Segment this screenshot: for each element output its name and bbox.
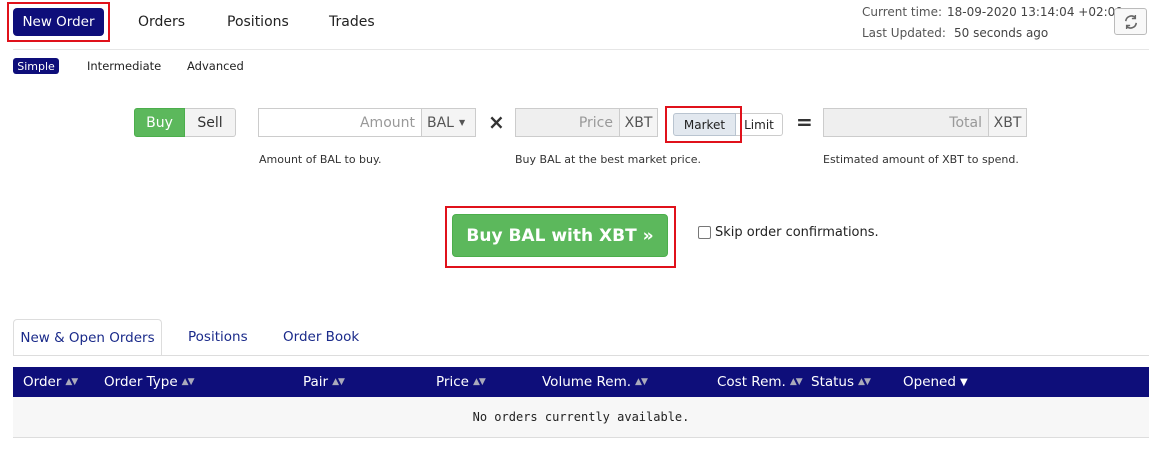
amount-help: Amount of BAL to buy.: [259, 153, 382, 166]
amount-input[interactable]: Amount: [258, 108, 422, 137]
tab-new-open-orders[interactable]: New & Open Orders: [13, 319, 162, 356]
orders-table-header: Order ▲▼ Order Type ▲▼ Pair ▲▼ Price ▲▼ Volu…: [13, 367, 1149, 397]
mode-simple[interactable]: Simple: [13, 58, 59, 74]
buy-toggle[interactable]: Buy: [134, 108, 185, 137]
tabs-divider: [13, 355, 1149, 356]
submit-order-button[interactable]: Buy BAL with XBT »: [452, 214, 668, 257]
refresh-icon: [1124, 14, 1137, 29]
multiply-sign: ×: [488, 110, 505, 134]
equals-sign: =: [796, 110, 813, 134]
amount-currency-select[interactable]: BAL ▼: [422, 108, 476, 137]
price-currency: XBT: [620, 108, 658, 137]
sort-icon: ▲▼: [789, 377, 803, 387]
mode-intermediate[interactable]: Intermediate: [87, 59, 161, 73]
col-pair[interactable]: Pair ▲▼: [303, 367, 345, 397]
skip-confirmations-checkbox[interactable]: [698, 226, 711, 239]
price-input: Price: [515, 108, 620, 137]
refresh-button[interactable]: [1114, 8, 1147, 35]
col-status[interactable]: Status ▲▼: [811, 367, 871, 397]
sort-icon: ▲▼: [65, 377, 78, 387]
col-volume-rem[interactable]: Volume Rem. ▲▼: [542, 367, 648, 397]
empty-orders-message: No orders currently available.: [13, 397, 1149, 438]
col-order-type[interactable]: Order Type ▲▼: [104, 367, 195, 397]
current-time-label: Current time:: [862, 5, 943, 19]
skip-confirmations-option[interactable]: Skip order confirmations.: [698, 225, 879, 240]
sort-icon: ▲▼: [332, 377, 345, 387]
total-input: Total: [823, 108, 989, 137]
last-updated-label: Last Updated:: [862, 26, 946, 40]
nav-trades[interactable]: Trades: [329, 14, 375, 30]
sort-icon: ▲▼: [472, 377, 486, 387]
caret-down-icon: ▼: [458, 118, 466, 127]
sell-toggle[interactable]: Sell: [185, 108, 236, 137]
tab-order-book[interactable]: Order Book: [283, 329, 359, 345]
amount-currency-label: BAL: [427, 114, 454, 131]
nav-positions[interactable]: Positions: [227, 14, 289, 30]
col-cost-rem[interactable]: Cost Rem. ▲▼: [717, 367, 803, 397]
sort-desc-icon: ▼: [959, 376, 968, 388]
mode-advanced[interactable]: Advanced: [187, 59, 244, 73]
sort-icon: ▲▼: [635, 377, 648, 387]
nav-orders[interactable]: Orders: [138, 14, 185, 30]
total-currency: XBT: [989, 108, 1027, 137]
sort-icon: ▲▼: [858, 377, 871, 387]
total-help: Estimated amount of XBT to spend.: [823, 153, 1019, 166]
limit-order-button[interactable]: Limit: [736, 113, 783, 136]
current-time-value: 18-09-2020 13:14:04 +02:00: [947, 5, 1123, 19]
col-price[interactable]: Price ▲▼: [436, 367, 486, 397]
skip-confirmations-label: Skip order confirmations.: [715, 225, 879, 240]
last-updated-value: 50 seconds ago: [954, 26, 1049, 40]
sort-icon: ▲▼: [181, 377, 195, 387]
header-divider: [13, 49, 1149, 50]
tab-positions[interactable]: Positions: [188, 329, 248, 345]
col-order[interactable]: Order ▲▼: [23, 367, 78, 397]
col-opened[interactable]: Opened ▼: [903, 367, 968, 397]
market-order-button[interactable]: Market: [673, 113, 736, 136]
price-help: Buy BAL at the best market price.: [515, 153, 702, 166]
nav-new-order[interactable]: New Order: [13, 8, 104, 36]
